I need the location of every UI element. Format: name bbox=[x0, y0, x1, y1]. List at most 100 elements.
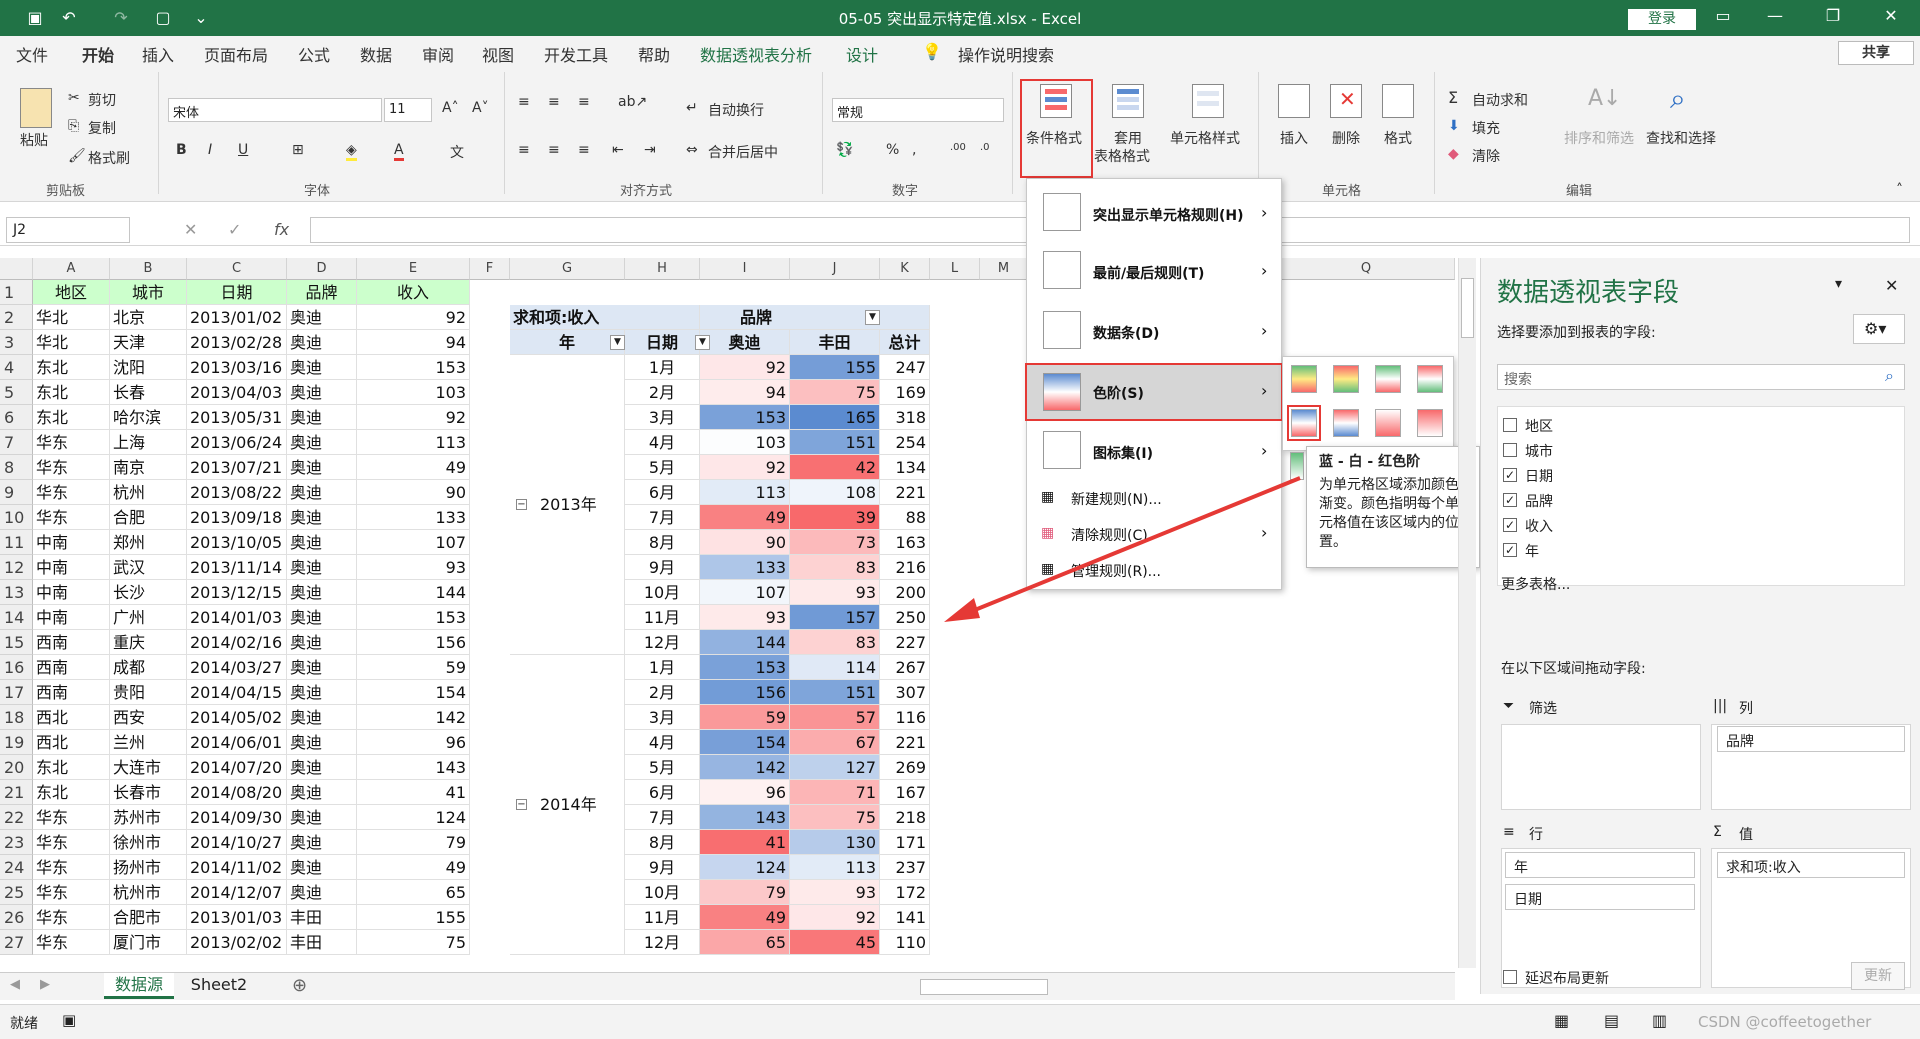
source-cell[interactable]: 156 bbox=[357, 630, 470, 655]
source-cell[interactable]: 奥迪 bbox=[287, 305, 357, 330]
pivot-month-cell[interactable]: 2月 bbox=[625, 680, 700, 705]
source-cell[interactable]: 东北 bbox=[33, 755, 110, 780]
field-checkbox-2[interactable]: ✓ bbox=[1503, 468, 1517, 482]
pivot-value-audi[interactable]: 154 bbox=[700, 730, 790, 755]
wrap-text-button[interactable]: 自动换行 bbox=[708, 100, 764, 120]
pivot-total-cell[interactable]: 247 bbox=[880, 355, 930, 380]
pivot-total-cell[interactable]: 267 bbox=[880, 655, 930, 680]
pivot-month-cell[interactable]: 8月 bbox=[625, 530, 700, 555]
login-button[interactable]: 登录 bbox=[1628, 9, 1696, 30]
align-left-icon[interactable]: ≡ bbox=[518, 142, 530, 158]
source-cell[interactable]: 奥迪 bbox=[287, 505, 357, 530]
underline-icon[interactable]: U bbox=[238, 142, 248, 158]
source-cell[interactable]: 华东 bbox=[33, 830, 110, 855]
increase-indent-icon[interactable]: ⇥ bbox=[644, 142, 656, 158]
source-cell[interactable]: 东北 bbox=[33, 355, 110, 380]
close-icon[interactable]: ✕ bbox=[1876, 6, 1906, 25]
source-cell[interactable]: 144 bbox=[357, 580, 470, 605]
pivot-value-audi[interactable]: 156 bbox=[700, 680, 790, 705]
source-cell[interactable]: 93 bbox=[357, 555, 470, 580]
row-header[interactable]: 26 bbox=[0, 905, 33, 930]
column-header[interactable]: B bbox=[110, 258, 187, 280]
source-cell[interactable]: 奥迪 bbox=[287, 880, 357, 905]
source-cell[interactable]: 奥迪 bbox=[287, 655, 357, 680]
source-cell[interactable]: 2014/10/27 bbox=[187, 830, 287, 855]
collapse-icon[interactable]: − bbox=[516, 799, 527, 810]
pivot-value-toyota[interactable]: 151 bbox=[790, 680, 880, 705]
insert-function-icon[interactable]: fx bbox=[274, 220, 289, 239]
page-layout-view-icon[interactable]: ▤ bbox=[1604, 1011, 1619, 1030]
source-cell[interactable]: 奥迪 bbox=[287, 630, 357, 655]
source-cell[interactable]: 133 bbox=[357, 505, 470, 530]
pivot-year-cell[interactable]: 2014年 bbox=[510, 655, 625, 955]
row-header[interactable]: 4 bbox=[0, 355, 33, 380]
source-cell[interactable]: 2014/09/30 bbox=[187, 805, 287, 830]
column-header[interactable]: A bbox=[33, 258, 110, 280]
pivot-total-cell[interactable]: 307 bbox=[880, 680, 930, 705]
source-cell[interactable]: 90 bbox=[357, 480, 470, 505]
pivot-value-audi[interactable]: 92 bbox=[700, 455, 790, 480]
fill-button[interactable]: 填充 bbox=[1472, 118, 1500, 138]
source-cell[interactable]: 东北 bbox=[33, 380, 110, 405]
source-cell[interactable]: 大连市 bbox=[110, 755, 187, 780]
value-field-pill[interactable]: 求和项:收入 bbox=[1717, 852, 1905, 878]
border-icon[interactable]: ⊞ bbox=[292, 142, 304, 158]
pivot-value-toyota[interactable]: 83 bbox=[790, 630, 880, 655]
minimize-icon[interactable]: — bbox=[1760, 6, 1790, 25]
pivot-month-cell[interactable]: 7月 bbox=[625, 805, 700, 830]
pivot-value-audi[interactable]: 107 bbox=[700, 580, 790, 605]
source-header-cell[interactable]: 地区 bbox=[33, 280, 110, 305]
pivot-value-audi[interactable]: 59 bbox=[700, 705, 790, 730]
source-cell[interactable]: 2014/03/27 bbox=[187, 655, 287, 680]
paste-button[interactable]: 粘贴 bbox=[20, 130, 48, 150]
source-cell[interactable]: 94 bbox=[357, 330, 470, 355]
sheet-tab-sheet2[interactable]: Sheet2 bbox=[186, 973, 252, 999]
pivot-total-cell[interactable]: 134 bbox=[880, 455, 930, 480]
source-cell[interactable]: 142 bbox=[357, 705, 470, 730]
source-cell[interactable]: 华东 bbox=[33, 480, 110, 505]
source-header-cell[interactable]: 品牌 bbox=[287, 280, 357, 305]
column-field-pill[interactable]: 品牌 bbox=[1717, 726, 1905, 752]
pivot-month-cell[interactable]: 6月 bbox=[625, 780, 700, 805]
source-cell[interactable]: 2014/12/07 bbox=[187, 880, 287, 905]
pivot-month-cell[interactable]: 10月 bbox=[625, 880, 700, 905]
source-cell[interactable]: 华东 bbox=[33, 430, 110, 455]
collapse-ribbon-icon[interactable]: ˄ bbox=[1896, 182, 1903, 198]
pivot-value-toyota[interactable]: 92 bbox=[790, 905, 880, 930]
source-cell[interactable]: 郑州 bbox=[110, 530, 187, 555]
tab-review[interactable]: 审阅 bbox=[422, 42, 454, 66]
source-cell[interactable]: 苏州市 bbox=[110, 805, 187, 830]
source-cell[interactable]: 奥迪 bbox=[287, 530, 357, 555]
percent-icon[interactable]: % bbox=[886, 142, 899, 158]
pivot-total-cell[interactable]: 169 bbox=[880, 380, 930, 405]
more-tables-link[interactable]: 更多表格... bbox=[1501, 574, 1570, 594]
source-header-cell[interactable]: 收入 bbox=[357, 280, 470, 305]
pivot-month-cell[interactable]: 3月 bbox=[625, 405, 700, 430]
row-header[interactable]: 13 bbox=[0, 580, 33, 605]
row-header[interactable]: 18 bbox=[0, 705, 33, 730]
source-cell[interactable]: 丰田 bbox=[287, 905, 357, 930]
tab-pivot-analyze[interactable]: 数据透视表分析 bbox=[700, 42, 812, 66]
align-middle-icon[interactable]: ≡ bbox=[548, 94, 560, 110]
scale-red-yellow-green[interactable] bbox=[1333, 365, 1359, 393]
pivot-total-cell[interactable]: 172 bbox=[880, 880, 930, 905]
source-cell[interactable]: 2013/07/21 bbox=[187, 455, 287, 480]
row-header[interactable]: 8 bbox=[0, 455, 33, 480]
pivot-value-audi[interactable]: 133 bbox=[700, 555, 790, 580]
row-header[interactable]: 21 bbox=[0, 780, 33, 805]
row-header[interactable]: 14 bbox=[0, 605, 33, 630]
sheet-tab-source[interactable]: 数据源 bbox=[104, 973, 174, 999]
source-cell[interactable]: 153 bbox=[357, 355, 470, 380]
source-cell[interactable]: 2014/04/15 bbox=[187, 680, 287, 705]
cancel-icon[interactable]: ✕ bbox=[184, 220, 197, 239]
pivot-value-audi[interactable]: 153 bbox=[700, 655, 790, 680]
source-cell[interactable]: 奥迪 bbox=[287, 730, 357, 755]
tab-file[interactable]: 文件 bbox=[16, 42, 48, 66]
source-cell[interactable]: 合肥 bbox=[110, 505, 187, 530]
menu-color-scales[interactable]: 色阶(S) › bbox=[1025, 363, 1283, 421]
pivot-month-cell[interactable]: 11月 bbox=[625, 605, 700, 630]
ribbon-display-icon[interactable]: ▭ bbox=[1708, 6, 1738, 25]
source-cell[interactable]: 113 bbox=[357, 430, 470, 455]
fill-color-icon[interactable]: ◈ bbox=[346, 142, 357, 161]
pivot-value-toyota[interactable]: 83 bbox=[790, 555, 880, 580]
